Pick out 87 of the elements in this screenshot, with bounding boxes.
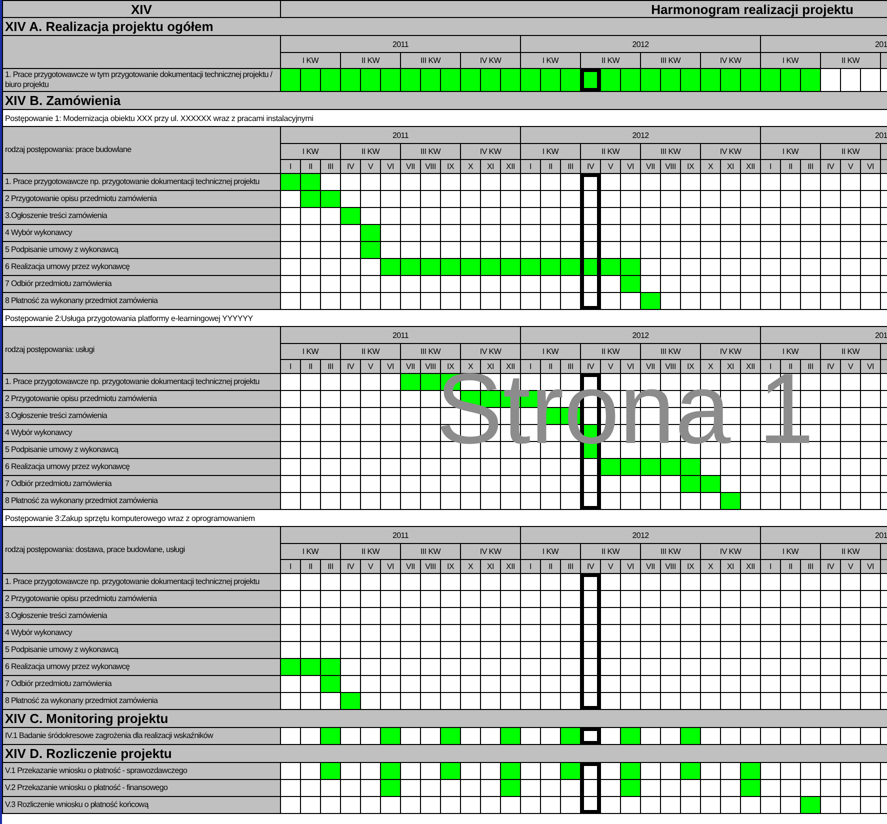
procedure-title: Postępowanie 2:Usługa przygotowania platformy e-learningowej YYYYYY: [2, 310, 887, 326]
section-title: XIV C. Monitoring projektu: [2, 710, 887, 728]
quarter-header: II KW: [820, 52, 880, 68]
row-label: V.3 Rozliczenie wniosku o płatność końcową: [2, 796, 280, 814]
row-label: 3.Ogłoszenie treści zamówienia: [2, 608, 280, 624]
quarter-header: II KW: [580, 144, 640, 160]
quarter-header: I KW: [520, 144, 580, 160]
row-label: 1. Prace przygotowawcze np. przygotowanie dokumentacji technicznej projektu: [2, 374, 280, 390]
row-label: 3.Ogłoszenie treści zamówienia: [2, 408, 280, 424]
row-label: IV.1 Badanie śródokresowe zagrożenia dla realizacji wskaźników: [2, 728, 280, 744]
year-header: 201: [760, 526, 887, 544]
quarter-header: IV KW: [700, 52, 760, 68]
section-title: XIV D. Rozliczenie projektu: [2, 744, 887, 762]
quarter-header: III KW: [640, 144, 700, 160]
quarter-header: IV KW: [700, 144, 760, 160]
row-label: 2 Przygotowanie opisu przedmiotu zamówienia: [2, 590, 280, 608]
procedure-type-label: rodzaj postępowania: dostawa, prace budowlane, usługi: [2, 526, 280, 574]
year-header: 201: [760, 326, 887, 344]
quarter-header: I KW: [760, 144, 820, 160]
quarter-header: I KW: [520, 544, 580, 560]
quarter-header: IV KW: [700, 544, 760, 560]
row-label: 5 Podpisanie umowy z wykonawcą: [2, 242, 280, 258]
quarter-header: I KW: [280, 144, 340, 160]
procedure-title: Postępowanie 1: Modernizacja obiektu XXX przy ul. XXXXXX wraz z pracami instalacyjnymi: [2, 110, 887, 126]
quarter-header: II KW: [340, 344, 400, 360]
quarter-header: II KW: [820, 544, 880, 560]
row-label: 2 Przygotowanie opisu przedmiotu zamówienia: [2, 390, 280, 408]
quarter-header: II KW: [340, 52, 400, 68]
year-header: 2012: [520, 526, 760, 544]
row-label: 7 Odbiór przedmiotu zamówienia: [2, 476, 280, 492]
quarter-header: III KW: [400, 344, 460, 360]
quarter-header: II KW: [820, 144, 880, 160]
quarter-header: I KW: [280, 344, 340, 360]
year-header: 2011: [280, 36, 520, 52]
year-header: 201: [760, 126, 887, 144]
quarter-header: I KW: [520, 52, 580, 68]
row-label: 4 Wybór wykonawcy: [2, 624, 280, 642]
row-label: 4 Wybór wykonawcy: [2, 224, 280, 242]
quarter-header: III KW: [400, 144, 460, 160]
row-label: 5 Podpisanie umowy z wykonawcą: [2, 642, 280, 658]
quarter-header: II KW: [820, 344, 880, 360]
sheet-title: XIV: [2, 0, 280, 18]
quarter-header: III KW: [400, 544, 460, 560]
year-header: 201: [760, 36, 887, 52]
year-header: 2012: [520, 126, 760, 144]
row-label: 8 Płatność za wykonany przedmiot zamówienia: [2, 492, 280, 510]
quarter-header: IV KW: [460, 544, 520, 560]
row-label: V.2 Przekazanie wniosku o płatność - finansowego: [2, 780, 280, 796]
year-header: 2011: [280, 126, 520, 144]
quarter-header: III KW: [640, 544, 700, 560]
year-header: 2012: [520, 326, 760, 344]
row-label: 7 Odbiór przedmiotu zamówienia: [2, 676, 280, 692]
row-label: V.1 Przekazanie wniosku o płatność - sprawozdawczego: [2, 762, 280, 780]
quarter-header: I KW: [280, 544, 340, 560]
row-label: 6 Realizacja umowy przez wykonawcę: [2, 258, 280, 276]
quarter-header: II KW: [340, 544, 400, 560]
quarter-header: II KW: [580, 544, 640, 560]
quarter-header: I KW: [760, 52, 820, 68]
procedure-title: Postępowanie 3:Zakup sprzętu komputerowego wraz z oprogramowaniem: [2, 510, 887, 526]
quarter-header: I KW: [280, 52, 340, 68]
row-label: 1. Prace przygotowawcze np. przygotowanie dokumentacji technicznej projektu: [2, 574, 280, 590]
row-label: 3.Ogłoszenie treści zamówienia: [2, 208, 280, 224]
quarter-header: III KW: [400, 52, 460, 68]
quarter-header: II KW: [580, 52, 640, 68]
row-label: 6 Realizacja umowy przez wykonawcę: [2, 658, 280, 676]
row-label: 8 Płatność za wykonany przedmiot zamówienia: [2, 292, 280, 310]
quarter-header: II KW: [340, 144, 400, 160]
year-header: 2011: [280, 326, 520, 344]
year-header: 2012: [520, 36, 760, 52]
row-label: 4 Wybór wykonawcy: [2, 424, 280, 442]
quarter-header: III KW: [640, 52, 700, 68]
year-header: 2011: [280, 526, 520, 544]
procedure-type-label: rodzaj postępowania: prace budowlane: [2, 126, 280, 174]
row-label: 6 Realizacja umowy przez wykonawcę: [2, 458, 280, 476]
row-label: 1. Prace przygotowawcze np. przygotowanie dokumentacji technicznej projektu: [2, 174, 280, 190]
procedure-type-label: rodzaj postępowania: usługi: [2, 326, 280, 374]
row-label: 8 Płatność za wykonany przedmiot zamówienia: [2, 692, 280, 710]
quarter-header: IV KW: [460, 52, 520, 68]
row-label: 5 Podpisanie umowy z wykonawcą: [2, 442, 280, 458]
row-label: 2 Przygotowanie opisu przedmiotu zamówienia: [2, 190, 280, 208]
quarter-header: I KW: [760, 544, 820, 560]
row-label: 1. Prace przygotowawcze w tym przygotowanie dokumentacji technicznej projektu / biuro projektu: [2, 68, 280, 92]
row-label: 7 Odbiór przedmiotu zamówienia: [2, 276, 280, 292]
schedule-title: Harmonogram realizacji projektu: [280, 0, 887, 18]
section-title: XIV A. Realizacja projektu ogółem: [2, 18, 887, 36]
quarter-header: IV KW: [460, 144, 520, 160]
section-title: XIV B. Zamówienia: [2, 92, 887, 110]
